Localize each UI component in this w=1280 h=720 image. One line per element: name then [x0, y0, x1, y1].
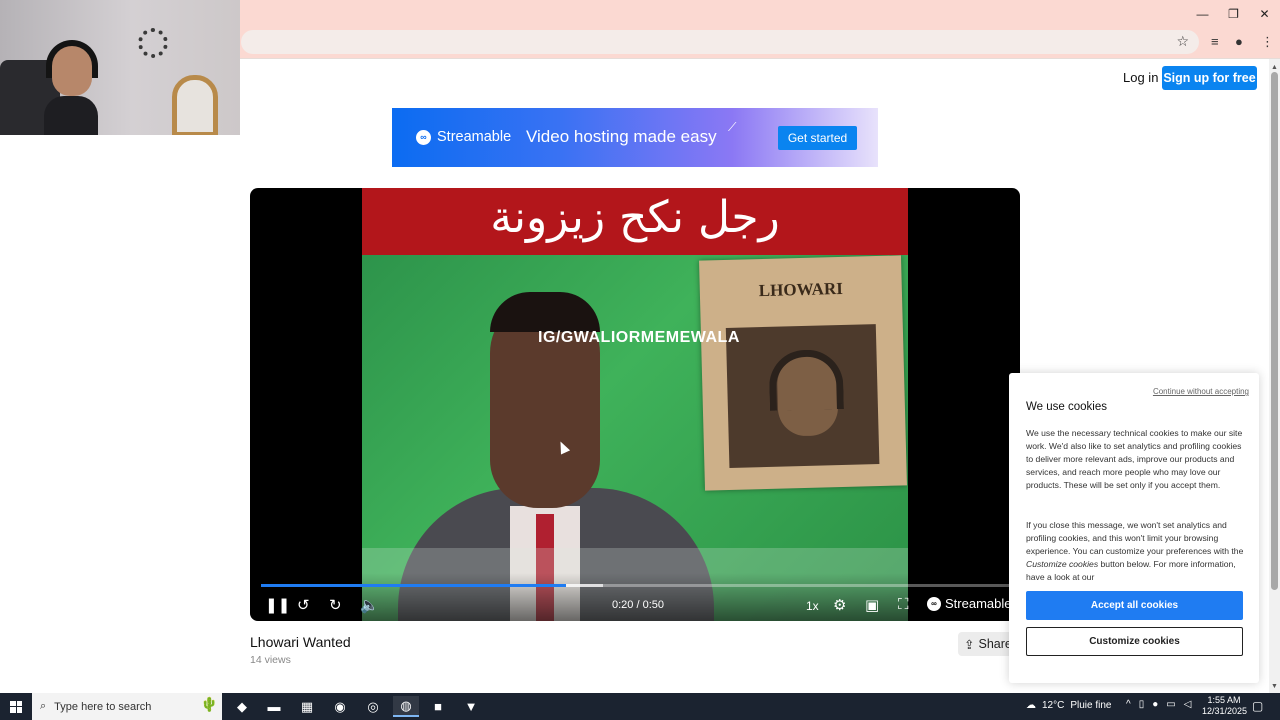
network-icon[interactable]: ▭	[1166, 699, 1175, 710]
picture-in-picture-icon[interactable]: ▣	[865, 596, 879, 614]
wanted-poster: LHOWARI	[699, 255, 907, 491]
banner-tagline: Video hosting made easy	[526, 127, 717, 146]
person-body	[44, 96, 98, 135]
poster-photo	[725, 324, 880, 468]
app-icon[interactable]: ◎	[360, 696, 386, 717]
progress-played	[261, 584, 566, 587]
video-frame: LHOWARI رجل نكح زيزونة IG/GWALIORMEMEWAL…	[362, 188, 908, 621]
clock-time: 1:55 AM	[1207, 695, 1241, 705]
cookie-paragraph-2: If you close this message, we won't set …	[1026, 519, 1246, 584]
chevron-up-icon[interactable]: ^	[1126, 699, 1131, 710]
streamable-logo-icon: ∞	[416, 129, 431, 145]
system-tray: ^ ▯ ● ▭ ◁	[1126, 699, 1191, 710]
poster-name: LHOWARI	[758, 278, 844, 301]
search-icon: ⌕	[40, 700, 47, 712]
share-icon: ⇪	[964, 637, 975, 652]
bookmark-star-icon[interactable]: ☆	[1176, 33, 1189, 50]
continue-without-accepting-link[interactable]: Continue without accepting	[1153, 387, 1249, 396]
media-control-icon[interactable]: ≡	[1211, 34, 1219, 49]
address-bar[interactable]: ☆	[241, 30, 1199, 54]
banner-brand: Streamable	[437, 129, 512, 145]
customize-cookies-button[interactable]: Customize cookies	[1026, 627, 1243, 656]
cookie-consent-panel: Continue without accepting We use cookie…	[1009, 373, 1259, 683]
minimize-button[interactable]: —	[1187, 0, 1218, 27]
playback-speed-button[interactable]: 1x	[806, 599, 819, 613]
mirror	[172, 75, 218, 135]
speaker-icon[interactable]: ◁	[1184, 699, 1192, 710]
start-button[interactable]	[0, 693, 32, 720]
weather-widget[interactable]: ☁ 12°C Pluie fine	[1026, 700, 1111, 711]
cookie-title: We use cookies	[1026, 401, 1107, 413]
promo-banner[interactable]: ∞ Streamable Video hosting made easy ⟋ G…	[392, 108, 878, 167]
taskbar-search-placeholder: Type here to search	[54, 700, 152, 713]
copilot-icon[interactable]: ◆	[229, 696, 255, 717]
streamable-logo-icon: ∞	[927, 596, 941, 611]
accept-all-cookies-button[interactable]: Accept all cookies	[1026, 591, 1243, 620]
video-overlay-title: رجل نكح زيزونة	[490, 192, 780, 243]
notification-icon[interactable]: ▢	[1252, 699, 1263, 713]
rewind-10-icon[interactable]: ↺	[297, 596, 310, 614]
messenger-icon[interactable]: ◉	[327, 696, 353, 717]
pocket-icon[interactable]: ▼	[458, 696, 484, 717]
scroll-up-icon[interactable]: ▲	[1271, 64, 1278, 71]
taskbar-search[interactable]: ⌕ Type here to search 🌵	[32, 693, 222, 720]
cookie-paragraph-2-em: Customize cookies	[1026, 559, 1099, 569]
windows-logo-icon	[10, 700, 22, 713]
player-brand[interactable]: ∞ Streamable	[927, 596, 1011, 611]
taskbar-clock[interactable]: 1:55 AM 12/31/2025	[1202, 695, 1248, 717]
headphones-icon	[768, 348, 844, 411]
banner-logo: ∞ Streamable	[416, 129, 511, 145]
clock-date: 12/31/2025	[1202, 706, 1248, 716]
signup-button[interactable]: Sign up for free	[1162, 66, 1257, 90]
login-link[interactable]: Log in	[1123, 70, 1158, 85]
wall-decoration	[138, 28, 168, 58]
weather-temp: 12°C	[1042, 700, 1065, 711]
volume-icon[interactable]: 🔈	[360, 596, 379, 614]
store-icon[interactable]: ▦	[294, 696, 320, 717]
microphone-icon[interactable]: ●	[1152, 699, 1158, 710]
sparkle-icon: ⟋	[728, 120, 737, 134]
recorder-icon[interactable]: ■	[425, 696, 451, 717]
view-count: 14 views	[250, 654, 291, 666]
cookie-paragraph-1: We use the necessary technical cookies t…	[1026, 428, 1243, 490]
file-explorer-icon[interactable]: ▬	[261, 696, 287, 717]
restore-button[interactable]: ❐	[1218, 0, 1249, 27]
close-button[interactable]: ✕	[1249, 0, 1280, 27]
progress-bar[interactable]	[261, 584, 1013, 587]
webcam-overlay	[0, 0, 240, 135]
share-label: Share	[978, 637, 1012, 651]
time-display: 0:20 / 0:50	[612, 599, 664, 611]
video-watermark: IG/GWALIORMEMEWALA	[538, 329, 740, 346]
cookie-paragraph-2-start: If you close this message, we won't set …	[1026, 520, 1244, 556]
search-highlight-icon: 🌵	[200, 696, 218, 712]
video-player[interactable]: LHOWARI رجل نكح زيزونة IG/GWALIORMEMEWAL…	[250, 188, 1020, 621]
battery-icon[interactable]: ▯	[1139, 699, 1145, 710]
get-started-button[interactable]: Get started	[778, 126, 857, 150]
scroll-down-icon[interactable]: ▼	[1271, 683, 1278, 690]
player-brand-label: Streamable	[945, 596, 1012, 611]
scrollbar-thumb[interactable]	[1271, 72, 1278, 590]
menu-kebab-icon[interactable]: ⋮	[1261, 34, 1274, 50]
window-controls: — ❐ ✕	[1187, 0, 1280, 27]
chrome-icon[interactable]: ◍	[393, 696, 419, 717]
weather-text: Pluie fine	[1070, 700, 1112, 711]
settings-gear-icon[interactable]: ⚙	[833, 596, 846, 614]
cloud-rain-icon: ☁	[1026, 700, 1036, 711]
forward-10-icon[interactable]: ↻	[329, 596, 342, 614]
windows-taskbar: ⌕ Type here to search 🌵 ◆ ▬ ▦ ◉ ◎ ◍ ■ ▼ …	[0, 693, 1280, 720]
pause-icon[interactable]: ❚❚	[265, 596, 290, 614]
profile-icon[interactable]: ●	[1235, 34, 1243, 49]
video-title: Lhowari Wanted	[250, 634, 351, 650]
fullscreen-icon[interactable]: ⛶	[898, 596, 909, 613]
